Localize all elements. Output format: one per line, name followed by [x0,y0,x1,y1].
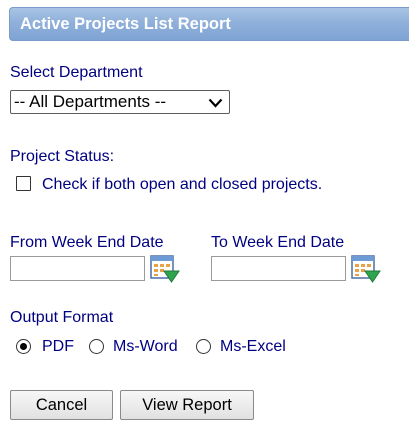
report-title-bar: Active Projects List Report [9,7,409,41]
radio-ms-excel[interactable] [196,339,211,354]
department-select[interactable]: -- All Departments -- [10,90,230,114]
radio-ms-word[interactable] [89,339,104,354]
radio-pdf-label: PDF [42,338,74,355]
calendar-dropdown-icon[interactable] [351,254,381,284]
both-projects-checkbox[interactable] [16,176,31,191]
department-label: Select Department [10,64,143,81]
chevron-down-icon [208,98,223,108]
cancel-button[interactable]: Cancel [10,390,113,420]
both-projects-checkbox-label: Check if both open and closed projects. [42,176,323,193]
radio-ms-word-label: Ms-Word [113,338,178,355]
calendar-dropdown-icon[interactable] [150,254,180,284]
output-format-label: Output Format [10,309,114,326]
from-date-label: From Week End Date [10,234,164,251]
to-date-input[interactable] [211,256,346,281]
department-selected-value: -- All Departments -- [14,92,167,111]
radio-pdf[interactable] [16,339,31,354]
view-report-button[interactable]: View Report [120,390,254,420]
from-date-input[interactable] [10,256,145,281]
to-date-label: To Week End Date [211,234,345,251]
radio-ms-excel-label: Ms-Excel [220,338,286,355]
report-title: Active Projects List Report [20,15,231,33]
project-status-label: Project Status: [10,148,115,165]
